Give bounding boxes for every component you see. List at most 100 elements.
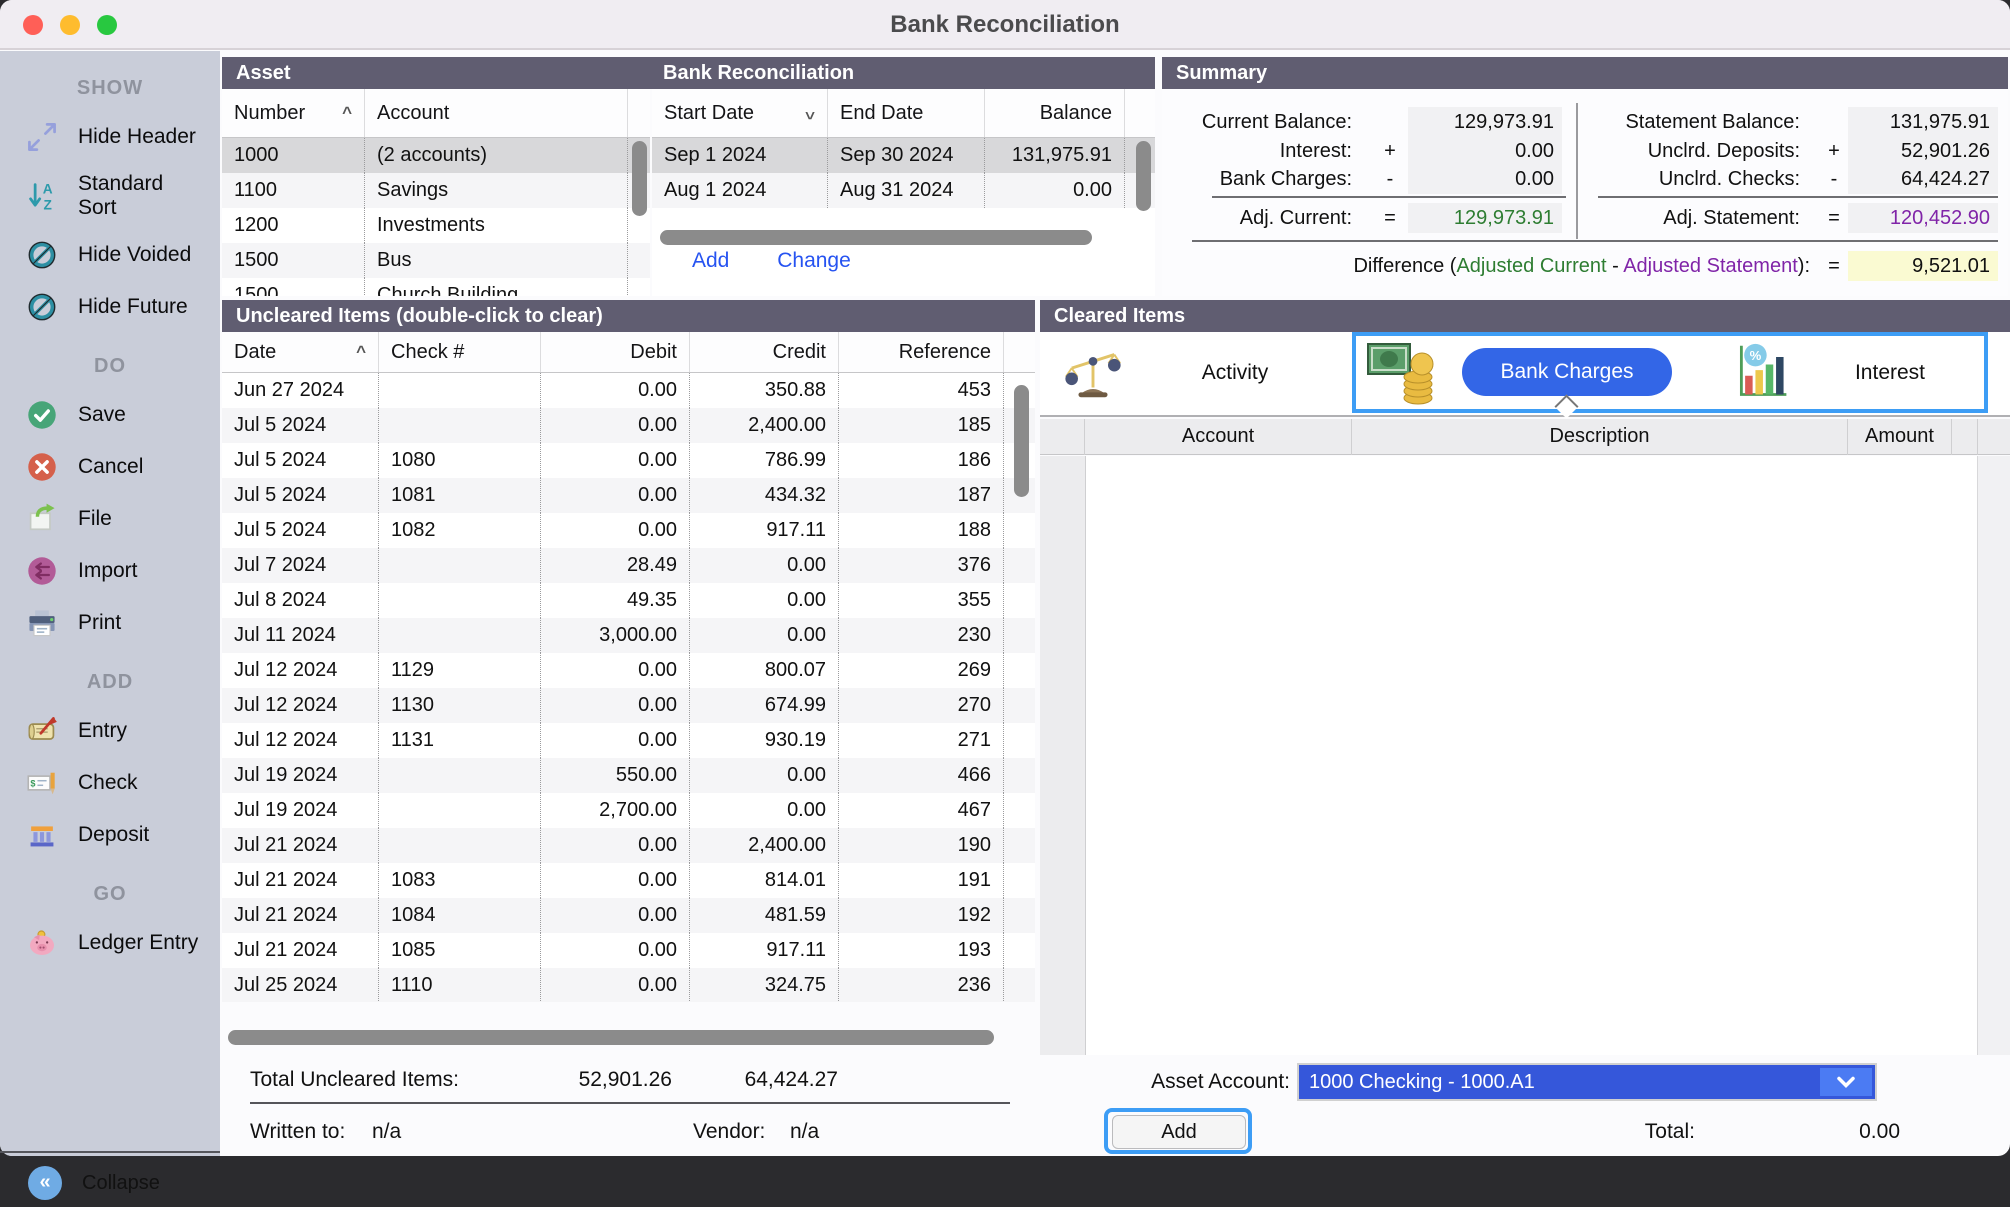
table-cell: Jul 11 2024 xyxy=(222,618,379,653)
unclrd-checks-value: 64,424.27 xyxy=(1848,164,1998,194)
table-cell: Jul 7 2024 xyxy=(222,548,379,583)
collapse-button[interactable]: « Collapse xyxy=(0,1159,220,1207)
tab-bank-charges[interactable]: Bank Charges xyxy=(1462,348,1672,396)
cleared-gutter-header xyxy=(1040,419,1085,455)
column-header-reference[interactable]: Reference xyxy=(839,332,1004,372)
summary-right-rule xyxy=(1598,196,1998,198)
column-header-end-date[interactable]: End Date xyxy=(828,89,985,137)
table-cell: 0.00 xyxy=(541,513,690,548)
cleared-table-body[interactable] xyxy=(1040,456,2010,1055)
column-header-credit[interactable]: Credit xyxy=(690,332,839,372)
table-row[interactable]: Jul 5 202410820.00917.11188 xyxy=(222,513,1035,548)
statement-balance-label: Statement Balance: xyxy=(1592,107,1800,137)
table-row[interactable]: Jun 27 20240.00350.88453 xyxy=(222,373,1035,408)
table-row[interactable]: Jul 21 202410840.00481.59192 xyxy=(222,898,1035,933)
no-entry-icon xyxy=(24,237,60,273)
no-entry-icon xyxy=(24,289,60,325)
table-row[interactable]: 1000(2 accounts) xyxy=(222,138,650,173)
table-cell: 1129 xyxy=(379,653,541,688)
table-row[interactable]: Jul 21 202410850.00917.11193 xyxy=(222,933,1035,968)
table-row[interactable]: Jul 19 2024550.000.00466 xyxy=(222,758,1035,793)
statement-balance-value: 131,975.91 xyxy=(1848,107,1998,137)
sidebar-item-print[interactable]: Print xyxy=(0,597,220,649)
table-row[interactable]: Jul 5 20240.002,400.00185 xyxy=(222,408,1035,443)
table-row[interactable]: Jul 5 202410800.00786.99186 xyxy=(222,443,1035,478)
table-cell: 0.00 xyxy=(690,618,839,653)
table-row[interactable]: Jul 25 202411100.00324.75236 xyxy=(222,968,1035,1002)
sidebar-item-standard-sort[interactable]: AZStandardSort xyxy=(0,163,220,229)
table-row[interactable]: Jul 12 202411290.00800.07269 xyxy=(222,653,1035,688)
column-header-description[interactable]: Description xyxy=(1352,419,1848,455)
add-cleared-item-button[interactable]: Add xyxy=(1112,1115,1246,1149)
sidebar-item-hide-future[interactable]: Hide Future xyxy=(0,281,220,333)
table-cell: Jul 25 2024 xyxy=(222,968,379,1002)
sidebar-item-ledger-entry[interactable]: Ledger Entry xyxy=(0,917,220,969)
sidebar-item-deposit[interactable]: Deposit xyxy=(0,809,220,861)
import-icon xyxy=(24,553,60,589)
table-cell: 3,000.00 xyxy=(541,618,690,653)
table-row[interactable]: 1200Investments xyxy=(222,208,650,243)
column-header-number[interactable]: Number^ xyxy=(222,89,365,137)
table-row[interactable]: Jul 21 20240.002,400.00190 xyxy=(222,828,1035,863)
table-cell: 0.00 xyxy=(690,793,839,828)
sidebar-item-check[interactable]: $Check xyxy=(0,757,220,809)
adj-current-label: Adj. Current: xyxy=(1174,203,1352,233)
sidebar-item-hide-voided[interactable]: Hide Voided xyxy=(0,229,220,281)
sidebar-item-save[interactable]: Save xyxy=(0,389,220,441)
table-cell: Jul 8 2024 xyxy=(222,583,379,618)
table-row[interactable]: Jul 11 20243,000.000.00230 xyxy=(222,618,1035,653)
interest-label: Interest: xyxy=(1174,136,1352,166)
sidebar-item-file[interactable]: File xyxy=(0,493,220,545)
table-row[interactable]: Jul 8 202449.350.00355 xyxy=(222,583,1035,618)
table-row[interactable]: Jul 7 202428.490.00376 xyxy=(222,548,1035,583)
written-vendor-row: Written to: n/a Vendor: n/a xyxy=(222,1114,1035,1150)
cleared-scrollbar-track[interactable] xyxy=(1977,456,2010,1055)
adjusted-current-text: Adjusted Current xyxy=(1456,255,1606,277)
column-header-amount[interactable]: Amount xyxy=(1848,419,1952,455)
column-header-account[interactable]: Account xyxy=(1085,419,1352,455)
recon-horizontal-scrollbar[interactable] xyxy=(660,230,1092,245)
asset-vertical-scrollbar[interactable] xyxy=(632,141,647,216)
recon-vertical-scrollbar[interactable] xyxy=(1136,141,1151,211)
interest-op: + xyxy=(1380,136,1400,166)
table-row[interactable]: Jul 19 20242,700.000.00467 xyxy=(222,793,1035,828)
column-header-account[interactable]: Account xyxy=(365,89,628,137)
sidebar-item-cancel[interactable]: Cancel xyxy=(0,441,220,493)
table-cell: 0.00 xyxy=(690,548,839,583)
table-row[interactable]: Aug 1 2024Aug 31 20240.00 xyxy=(652,173,1155,208)
table-row[interactable]: 1500Church Building xyxy=(222,278,650,296)
tab-interest[interactable]: Interest xyxy=(1810,332,1970,413)
save-icon xyxy=(24,397,60,433)
table-row[interactable]: Jul 12 202411310.00930.19271 xyxy=(222,723,1035,758)
uncleared-vertical-scrollbar[interactable] xyxy=(1014,385,1029,497)
piggy-bank-icon xyxy=(24,925,60,961)
tab-activity[interactable]: Activity xyxy=(1155,332,1315,413)
column-header-date[interactable]: Date^ xyxy=(222,332,379,372)
table-cell: 2,700.00 xyxy=(541,793,690,828)
column-header-start-date[interactable]: Start Date^ xyxy=(652,89,828,137)
table-cell: Jul 5 2024 xyxy=(222,443,379,478)
table-row[interactable]: Sep 1 2024Sep 30 2024131,975.91 xyxy=(652,138,1155,173)
column-header-balance[interactable]: Balance xyxy=(985,89,1125,137)
asset-account-dropdown[interactable]: 1000 Checking - 1000.A1 xyxy=(1297,1063,1877,1101)
table-row[interactable]: Jul 12 202411300.00674.99270 xyxy=(222,688,1035,723)
adj-current-value: 129,973.91 xyxy=(1408,203,1562,233)
expand-icon xyxy=(24,119,60,155)
column-header-check[interactable]: Check # xyxy=(379,332,541,372)
sidebar-item-hide-header[interactable]: Hide Header xyxy=(0,111,220,163)
uncleared-horizontal-scrollbar[interactable] xyxy=(228,1030,994,1045)
sidebar-item-entry[interactable]: Entry xyxy=(0,705,220,757)
written-to-label: Written to: xyxy=(250,1114,345,1150)
chevron-down-icon[interactable] xyxy=(1820,1068,1872,1096)
table-row[interactable]: 1500Bus xyxy=(222,243,650,278)
table-row[interactable]: Jul 5 202410810.00434.32187 xyxy=(222,478,1035,513)
table-cell: Church Building xyxy=(365,278,628,296)
column-header-debit[interactable]: Debit xyxy=(541,332,690,372)
add-reconciliation-link[interactable]: Add xyxy=(692,249,729,272)
table-row[interactable]: Jul 21 202410830.00814.01191 xyxy=(222,863,1035,898)
change-reconciliation-link[interactable]: Change xyxy=(777,249,851,272)
table-row[interactable]: 1100Savings xyxy=(222,173,650,208)
sidebar-item-import[interactable]: Import xyxy=(0,545,220,597)
sidebar-section-do: DO xyxy=(0,343,220,389)
table-cell: 188 xyxy=(839,513,1004,548)
